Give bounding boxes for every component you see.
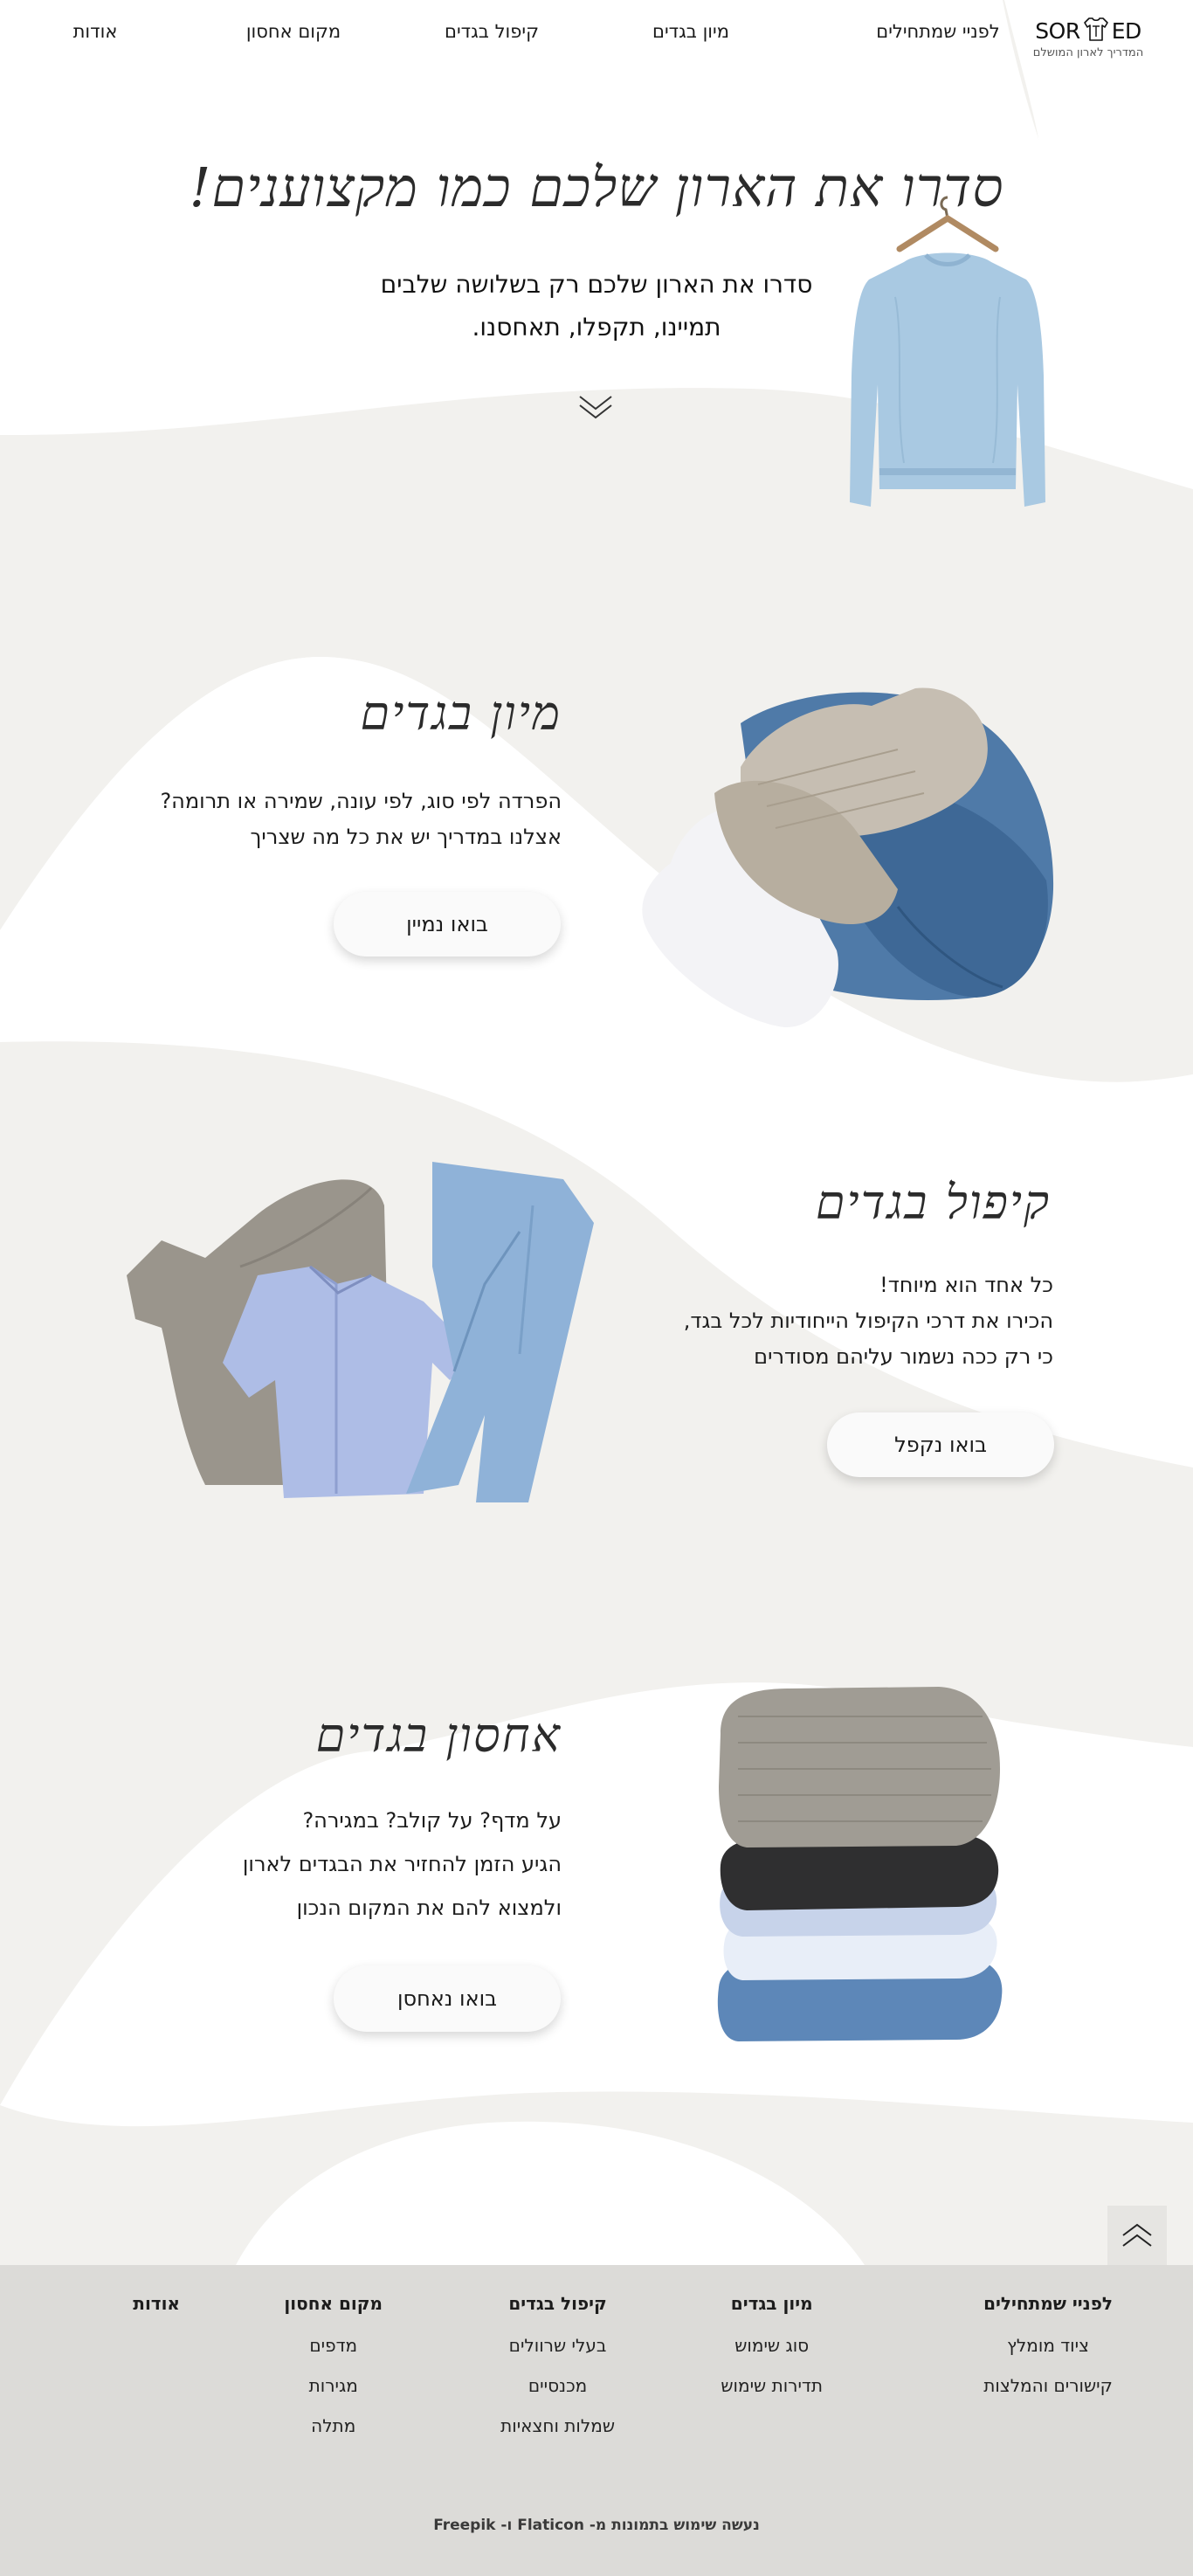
logo-wordmark: SOR ED — [1027, 10, 1149, 44]
storage-text-line-3: ולמצוא להם את המקום הנכון — [296, 1896, 562, 1920]
footer-column-sorting: מיון בגדים סוג שימוש תדירות שימוש — [721, 2293, 823, 2415]
sweater-on-hanger-image — [850, 196, 1045, 507]
footer-heading-folding[interactable]: קיפול בגדים — [500, 2293, 615, 2314]
logo-text-right: ED — [1111, 18, 1142, 44]
back-to-top-button[interactable] — [1107, 2206, 1167, 2265]
folded-outfit-image — [127, 1162, 594, 1502]
storage-title: אחסון בגדים — [315, 1708, 562, 1763]
footer-heading-before-start[interactable]: לפניי שמתחילים — [983, 2293, 1113, 2314]
storage-text-line-1: על מדף? על קולב? במגירה? — [302, 1808, 562, 1833]
footer-heading-about[interactable]: אודות — [133, 2293, 180, 2314]
folding-cta-button[interactable]: בואו נקפל — [827, 1412, 1054, 1477]
hero-subtitle-line-2: תמיינו, תקפלו, תאחסנו. — [472, 313, 721, 342]
hero-subtitle-line-1: סדרו את הארון שלכם רק בשלושה שלבים — [380, 270, 813, 299]
footer-link-recommended-equipment[interactable]: ציוד מומלץ — [983, 2335, 1113, 2356]
chevron-double-down-icon[interactable] — [576, 393, 615, 421]
footer-link-pants[interactable]: מכנסיים — [500, 2375, 615, 2396]
folded-stack-image — [717, 1687, 1003, 2041]
footer-column-before-start: לפניי שמתחילים ציוד מומלץ קישורים והמלצו… — [983, 2293, 1113, 2415]
logo-text-left: SOR — [1035, 18, 1080, 44]
sorting-text-line-1: הפרדה לפי סוג, לפי עונה, שמירה או תרומה? — [160, 789, 562, 813]
footer-column-storage: מקום אחסון מדפים מגירות מתלה — [284, 2293, 383, 2455]
sorting-title: מיון בגדים — [360, 686, 562, 741]
footer-link-usage-frequency[interactable]: תדירות שימוש — [721, 2375, 823, 2396]
site-logo[interactable]: SOR ED המדריך לארון המושלם — [1027, 10, 1149, 59]
footer-link-links-and-tips[interactable]: קישורים והמלצות — [983, 2375, 1113, 2396]
footer-link-sleeved[interactable]: בעלי שרוולים — [500, 2335, 615, 2356]
storage-text-line-2: הגיע הזמן להחזיר את הבגדים לארון — [242, 1852, 562, 1876]
folding-text-line-3: כי רק ככה נשמור עליהם מסודרים — [754, 1344, 1053, 1369]
folding-text-line-1: כל אחד הוא מיוחד! — [879, 1273, 1053, 1297]
folding-title: קיפול בגדים — [815, 1175, 1051, 1230]
image-credit: נעשה שימוש בתמונות מ- Flaticon ו- Freepi… — [433, 2517, 760, 2534]
nav-item-sorting[interactable]: מיון בגדים — [652, 21, 729, 42]
footer-link-dresses-skirts[interactable]: שמלות וחצאיות — [500, 2415, 615, 2436]
nav-item-before-start[interactable]: לפניי שמתחילים — [876, 21, 999, 42]
footer-heading-sorting[interactable]: מיון בגדים — [721, 2293, 823, 2314]
site-footer: לפניי שמתחילים ציוד מומלץ קישורים והמלצו… — [0, 2265, 1193, 2576]
tshirt-icon — [1083, 17, 1108, 41]
footer-link-drawers[interactable]: מגירות — [284, 2375, 383, 2396]
sorting-text-line-2: אצלנו במדריך יש את כל מה שצריך — [250, 825, 562, 849]
nav-item-folding[interactable]: קיפול בגדים — [445, 21, 539, 42]
sorting-cta-button[interactable]: בואו נמיין — [334, 892, 561, 957]
footer-link-rack[interactable]: מתלה — [284, 2415, 383, 2436]
footer-column-folding: קיפול בגדים בעלי שרוולים מכנסיים שמלות ו… — [500, 2293, 615, 2455]
clothes-pile-image — [642, 687, 1054, 1028]
nav-item-storage[interactable]: מקום אחסון — [246, 21, 341, 42]
footer-column-about: אודות — [133, 2293, 180, 2335]
chevron-double-up-icon — [1122, 2223, 1152, 2247]
folding-text-line-2: הכירו את דרכי הקיפול הייחודיות לכל בגד, — [683, 1309, 1053, 1333]
logo-tagline: המדריך לארון המושלם — [1032, 46, 1144, 59]
footer-link-usage-type[interactable]: סוג שימוש — [721, 2335, 823, 2356]
footer-heading-storage[interactable]: מקום אחסון — [284, 2293, 383, 2314]
footer-link-shelves[interactable]: מדפים — [284, 2335, 383, 2356]
nav-item-about[interactable]: אודות — [73, 21, 118, 42]
storage-cta-button[interactable]: בואו נאחסן — [334, 1965, 561, 2032]
